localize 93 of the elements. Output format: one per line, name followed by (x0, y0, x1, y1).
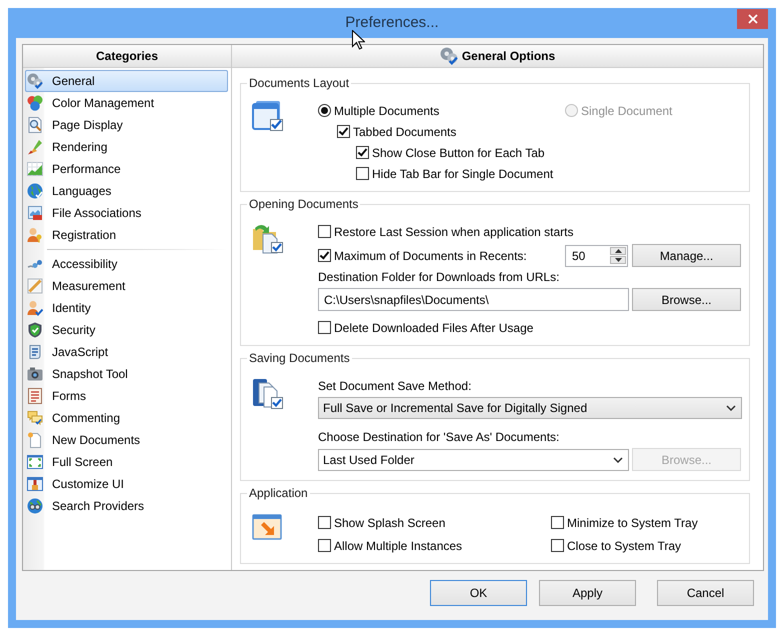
sidebar-item[interactable]: Page Display (25, 114, 228, 136)
sidebar-item[interactable]: Forms (25, 385, 228, 407)
user-check-icon (27, 300, 43, 316)
magnifier-page-icon (27, 117, 43, 133)
radio-label[interactable]: Multiple Documents (334, 104, 440, 118)
sidebar-item[interactable]: Accessibility (25, 253, 228, 275)
checkbox-label[interactable]: Restore Last Session when application starts (334, 224, 574, 238)
checkbox[interactable] (356, 167, 369, 180)
sidebar-item[interactable]: Snapshot Tool (25, 363, 228, 385)
sidebar-item[interactable]: Measurement (25, 275, 228, 297)
sidebar-item[interactable]: Full Screen (25, 451, 228, 473)
group-title: Application (248, 486, 309, 500)
sidebar-item[interactable]: Registration (25, 224, 228, 246)
checkbox[interactable] (318, 516, 331, 529)
sidebar-header: Categories (23, 45, 231, 68)
checkbox[interactable] (318, 225, 331, 238)
folder-path-field[interactable]: C:\Users\snapfiles\Documents\ (318, 288, 629, 311)
binder-documents-icon (252, 378, 284, 410)
number-field[interactable]: 50 (566, 246, 606, 266)
checkbox-label[interactable]: Show Close Button for Each Tab (372, 146, 545, 160)
checkbox-label[interactable]: Tabbed Documents (353, 124, 456, 138)
chevron-down-icon (726, 405, 736, 411)
fullscreen-icon (27, 454, 43, 470)
spin-up-button[interactable] (610, 246, 626, 254)
checkbox[interactable] (318, 539, 331, 552)
shield-check-icon (27, 322, 43, 338)
sidebar-item[interactable]: Customize UI (25, 473, 228, 495)
form-icon (27, 388, 43, 404)
script-icon (27, 344, 43, 360)
sidebar-item[interactable]: Search Providers (25, 495, 228, 517)
folder-document-icon (252, 222, 284, 254)
manage-button[interactable]: Manage... (632, 244, 741, 267)
windows-check-icon (252, 100, 284, 132)
sidebar-item[interactable]: File Associations (25, 202, 228, 224)
field-label: Destination Folder for Downloads from URLs: (318, 269, 560, 286)
radio-button[interactable] (318, 104, 331, 117)
up-triangle-icon (614, 248, 622, 252)
close-icon (748, 14, 758, 24)
group-title: Saving Documents (248, 351, 351, 365)
paintbrush-icon (27, 139, 43, 155)
gears-icon (440, 47, 458, 65)
ruler-icon (27, 278, 43, 294)
panel-title: General Options (462, 49, 556, 63)
new-document-icon (27, 432, 43, 448)
window-title: Preferences... (344, 13, 440, 33)
checkbox[interactable] (551, 516, 564, 529)
group-title: Opening Documents (248, 197, 360, 211)
globe-icon (27, 183, 43, 199)
checkbox-label[interactable]: Maximum of Documents in Recents: (334, 248, 527, 262)
camera-icon (27, 366, 43, 382)
window-brush-icon (27, 476, 43, 492)
sidebar-item[interactable]: New Documents (25, 429, 228, 451)
number-spinner[interactable]: 50 (565, 244, 628, 266)
checkbox-label[interactable]: Delete Downloaded Files After Usage (334, 320, 534, 334)
field-label: Choose Destination for 'Save As' Documents: (318, 429, 560, 446)
sidebar-item[interactable]: Identity (25, 297, 228, 319)
checkbox-label[interactable]: Minimize to System Tray (567, 516, 698, 530)
sidebar-item[interactable]: JavaScript (25, 341, 228, 363)
ok-button[interactable]: OK (430, 580, 527, 606)
sidebar-item[interactable]: Color Management (25, 92, 228, 114)
dropdown[interactable]: Last Used Folder (318, 448, 629, 470)
checkbox[interactable] (356, 146, 369, 159)
image-file-icon (27, 205, 43, 221)
checkbox[interactable] (318, 249, 331, 262)
checkbox[interactable] (318, 321, 331, 334)
chevron-down-icon (613, 456, 623, 462)
field-label: Set Document Save Method: (318, 378, 472, 395)
sidebar-item[interactable]: Security (25, 319, 228, 341)
speech-bubbles-icon (27, 410, 43, 426)
sidebar-item[interactable]: Commenting (25, 407, 228, 429)
color-balls-icon (27, 95, 43, 111)
checkbox-label[interactable]: Hide Tab Bar for Single Document (372, 166, 554, 180)
sidebar-item[interactable]: Rendering (25, 136, 228, 158)
checkbox-label[interactable]: Allow Multiple Instances (334, 538, 462, 552)
globe-binoculars-icon (27, 498, 43, 514)
checkbox[interactable] (337, 125, 350, 138)
apply-button[interactable]: Apply (539, 580, 636, 606)
spin-down-button[interactable] (610, 256, 626, 264)
browse-button[interactable]: Browse... (632, 288, 741, 311)
group-title: Documents Layout (248, 76, 350, 90)
checkbox-label[interactable]: Show Splash Screen (334, 516, 446, 530)
sidebar-item[interactable]: General (25, 70, 228, 92)
close-button[interactable] (737, 9, 768, 29)
cancel-button[interactable]: Cancel (657, 580, 754, 606)
dropdown[interactable]: Full Save or Incremental Save for Digitally Signed (318, 397, 742, 419)
down-triangle-icon (614, 258, 622, 262)
checkbox[interactable] (551, 539, 564, 552)
gears-icon (27, 73, 43, 89)
sidebar-item[interactable]: Languages (25, 180, 228, 202)
sidebar-item[interactable]: Performance (25, 158, 228, 180)
user-key-icon (27, 227, 43, 243)
line-chart-icon (27, 161, 43, 177)
checkbox-label[interactable]: Close to System Tray (567, 538, 682, 552)
